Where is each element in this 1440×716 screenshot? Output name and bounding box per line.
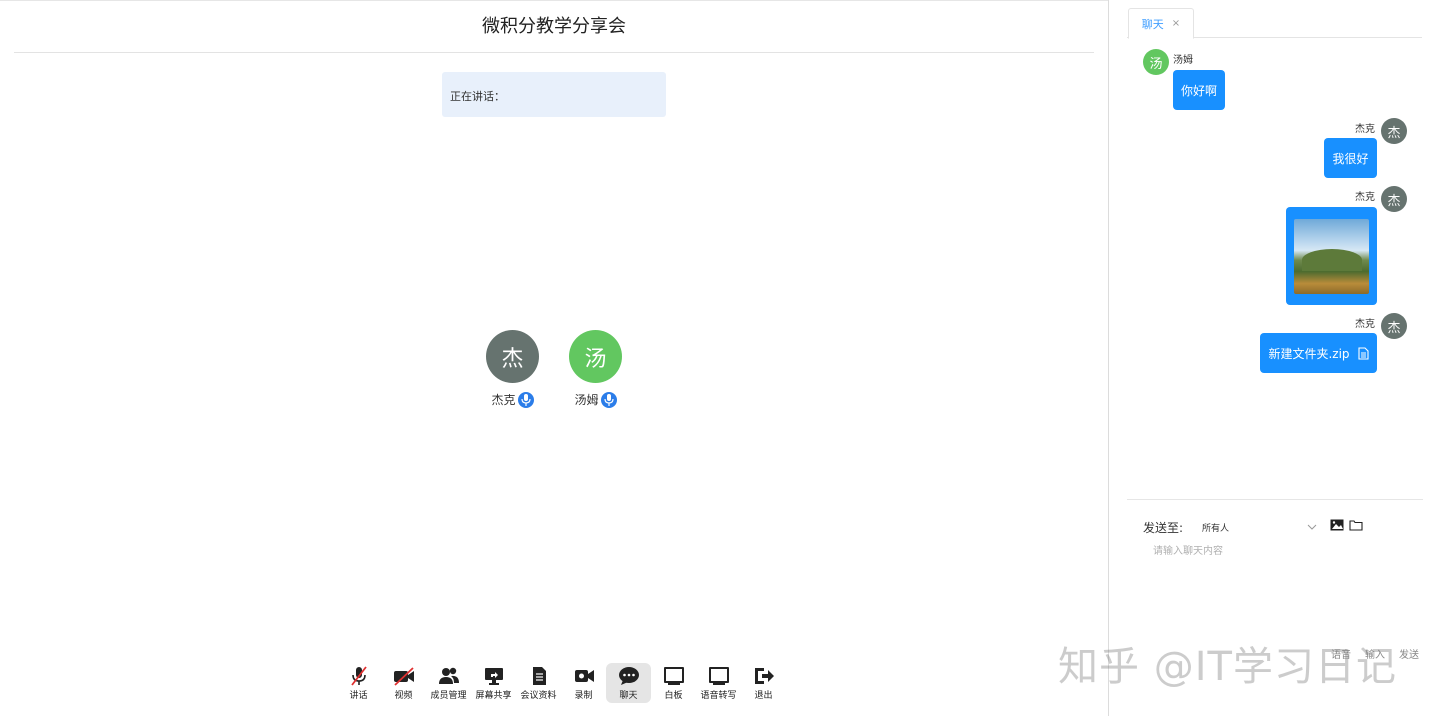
record-icon — [574, 669, 594, 682]
tool-label: 录制 — [574, 690, 593, 701]
chat-bubble: 你好啊 — [1173, 70, 1225, 110]
whiteboard-button[interactable]: 白板 — [651, 663, 696, 703]
watermark: 知乎 @IT学习日记 — [1058, 644, 1397, 690]
participant-list: 杰 杰克 汤 汤姆 — [486, 330, 622, 408]
participant-jack[interactable]: 杰 杰克 — [486, 330, 539, 408]
meeting-title: 微积分教学分享会 — [14, 1, 1094, 53]
video-button[interactable]: 视频 — [381, 663, 426, 703]
avatar: 汤 — [1143, 49, 1169, 75]
chevron-down-icon[interactable] — [1306, 521, 1318, 533]
landscape-image — [1294, 218, 1369, 294]
chat-icon — [618, 666, 639, 685]
tab-chat[interactable]: 聊天 × — [1128, 8, 1194, 39]
meeting-area: 微积分教学分享会 正在讲话： 杰 杰克 汤 汤姆 讲话 视频 成员管理 屏幕共享… — [0, 0, 1108, 716]
image-icon[interactable] — [1330, 519, 1344, 531]
sender-name: 杰克 — [1355, 124, 1375, 135]
sender-name: 汤姆 — [1173, 55, 1193, 66]
tab-label: 聊天 — [1141, 17, 1164, 31]
send-to-select[interactable]: 所有人 — [1202, 517, 1312, 537]
whiteboard-icon — [663, 666, 684, 685]
send-button[interactable]: 发送 — [1399, 646, 1419, 661]
chat-tab-bar: 聊天 × — [1127, 8, 1422, 39]
chat-image-bubble[interactable] — [1286, 207, 1377, 305]
meeting-docs-button[interactable]: 会议资料 — [516, 663, 561, 703]
speaking-label: 正在讲话： — [450, 90, 505, 103]
chat-bubble: 我很好 — [1324, 138, 1377, 178]
video-off-icon — [393, 666, 414, 686]
speaking-indicator: 正在讲话： — [442, 72, 666, 117]
avatar: 杰 — [1381, 186, 1407, 212]
transcribe-icon — [708, 666, 729, 685]
users-icon — [438, 667, 459, 684]
sender-name: 杰克 — [1355, 319, 1375, 330]
avatar: 杰 — [1381, 313, 1407, 339]
tool-label: 视频 — [394, 690, 413, 701]
chat-file-bubble[interactable]: 新建文件夹.zip — [1260, 333, 1377, 373]
send-to-label: 发送至: — [1143, 521, 1184, 535]
avatar: 汤 — [569, 330, 622, 383]
send-to-value: 所有人 — [1202, 523, 1230, 534]
divider — [1127, 499, 1423, 500]
participant-name: 汤姆 — [574, 393, 599, 407]
mic-on-icon — [600, 391, 617, 408]
exit-button[interactable]: 退出 — [741, 663, 786, 703]
avatar: 杰 — [1381, 118, 1407, 144]
app-root: 微积分教学分享会 正在讲话： 杰 杰克 汤 汤姆 讲话 视频 成员管理 屏幕共享… — [0, 0, 1440, 716]
folder-icon[interactable] — [1349, 519, 1363, 531]
chat-panel: 聊天 × 汤 汤姆 你好啊 杰克 杰 我很好 杰克 杰 杰克 杰 新建文件夹.z… — [1108, 0, 1440, 716]
record-button[interactable]: 录制 — [561, 663, 606, 703]
sender-name: 杰克 — [1355, 192, 1375, 203]
participant-tom[interactable]: 汤 汤姆 — [569, 330, 622, 408]
mic-on-icon — [517, 391, 534, 408]
tool-label: 白板 — [664, 690, 683, 701]
tool-label: 退出 — [754, 690, 773, 701]
close-icon[interactable]: × — [1172, 18, 1180, 29]
mic-off-icon — [350, 665, 367, 686]
tool-label: 成员管理 — [430, 690, 467, 701]
transcribe-button[interactable]: 语音转写 — [696, 663, 741, 703]
chat-button[interactable]: 聊天 — [606, 663, 651, 703]
member-manage-button[interactable]: 成员管理 — [426, 663, 471, 703]
speak-button[interactable]: 讲话 — [336, 663, 381, 703]
tool-label: 屏幕共享 — [475, 690, 512, 701]
file-name: 新建文件夹.zip — [1268, 346, 1350, 361]
tool-label: 聊天 — [619, 690, 638, 701]
tool-label: 会议资料 — [520, 690, 557, 701]
avatar: 杰 — [486, 330, 539, 383]
tool-label: 语音转写 — [700, 690, 737, 701]
meeting-toolbar: 讲话 视频 成员管理 屏幕共享 会议资料 录制 聊天 白板 语音转写 退出 — [336, 663, 786, 703]
chat-input[interactable] — [1153, 541, 1403, 561]
screen-share-button[interactable]: 屏幕共享 — [471, 663, 516, 703]
screen-share-icon — [484, 667, 503, 685]
participant-name: 杰克 — [491, 393, 516, 407]
exit-icon — [754, 667, 774, 684]
tool-label: 讲话 — [349, 690, 368, 701]
document-icon — [532, 666, 546, 685]
file-icon — [1357, 346, 1369, 360]
